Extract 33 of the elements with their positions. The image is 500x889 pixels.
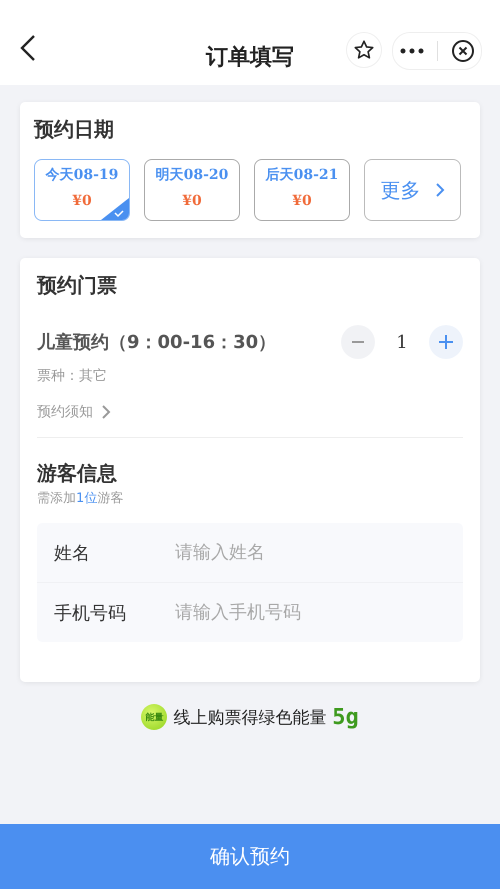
increase-button[interactable] — [429, 325, 463, 359]
energy-amount: 5g — [332, 704, 359, 730]
energy-badge: 能量 — [141, 704, 168, 730]
field-label: 手机号码 — [54, 602, 127, 624]
quantity: 1 — [395, 332, 409, 352]
minus-icon — [352, 341, 364, 343]
section-title: 预约日期 — [34, 116, 115, 143]
date-option[interactable]: 明天08-20 ¥0 — [144, 159, 240, 221]
input-field[interactable]: 请输入手机号码 — [175, 602, 446, 623]
chevron-right-icon — [434, 182, 444, 198]
ticket-type: 票种：其它 — [37, 367, 108, 385]
favorite-button[interactable] — [346, 32, 382, 68]
input-field[interactable]: 请输入姓名 — [175, 542, 446, 563]
star-icon — [353, 38, 375, 60]
booking-notice-link[interactable]: 预约须知 — [37, 403, 111, 421]
more-dates-button[interactable]: 更多 — [364, 159, 461, 221]
check-icon — [101, 198, 129, 220]
field-label: 姓名 — [54, 542, 91, 564]
close-icon[interactable] — [450, 38, 474, 62]
section-title: 预约门票 — [37, 272, 118, 299]
section-title: 游客信息 — [37, 460, 118, 487]
chevron-right-icon — [101, 404, 111, 420]
plus-icon — [439, 335, 453, 349]
back-icon[interactable] — [18, 32, 38, 62]
page-title: 订单填写 — [206, 45, 294, 70]
more-icon[interactable] — [400, 48, 424, 54]
date-option[interactable]: 后天08-21 ¥0 — [254, 159, 350, 221]
confirm-button[interactable]: 确认预约 — [0, 824, 500, 889]
decrease-button[interactable] — [341, 325, 375, 359]
energy-text: 线上购票得绿色能量 — [173, 706, 326, 728]
date-option[interactable]: 今天08-19 ¥0 — [34, 159, 130, 221]
ticket-name: 儿童预约（9：00-16：30） — [37, 331, 278, 354]
visitor-hint: 需添加1位游客 — [37, 490, 124, 507]
